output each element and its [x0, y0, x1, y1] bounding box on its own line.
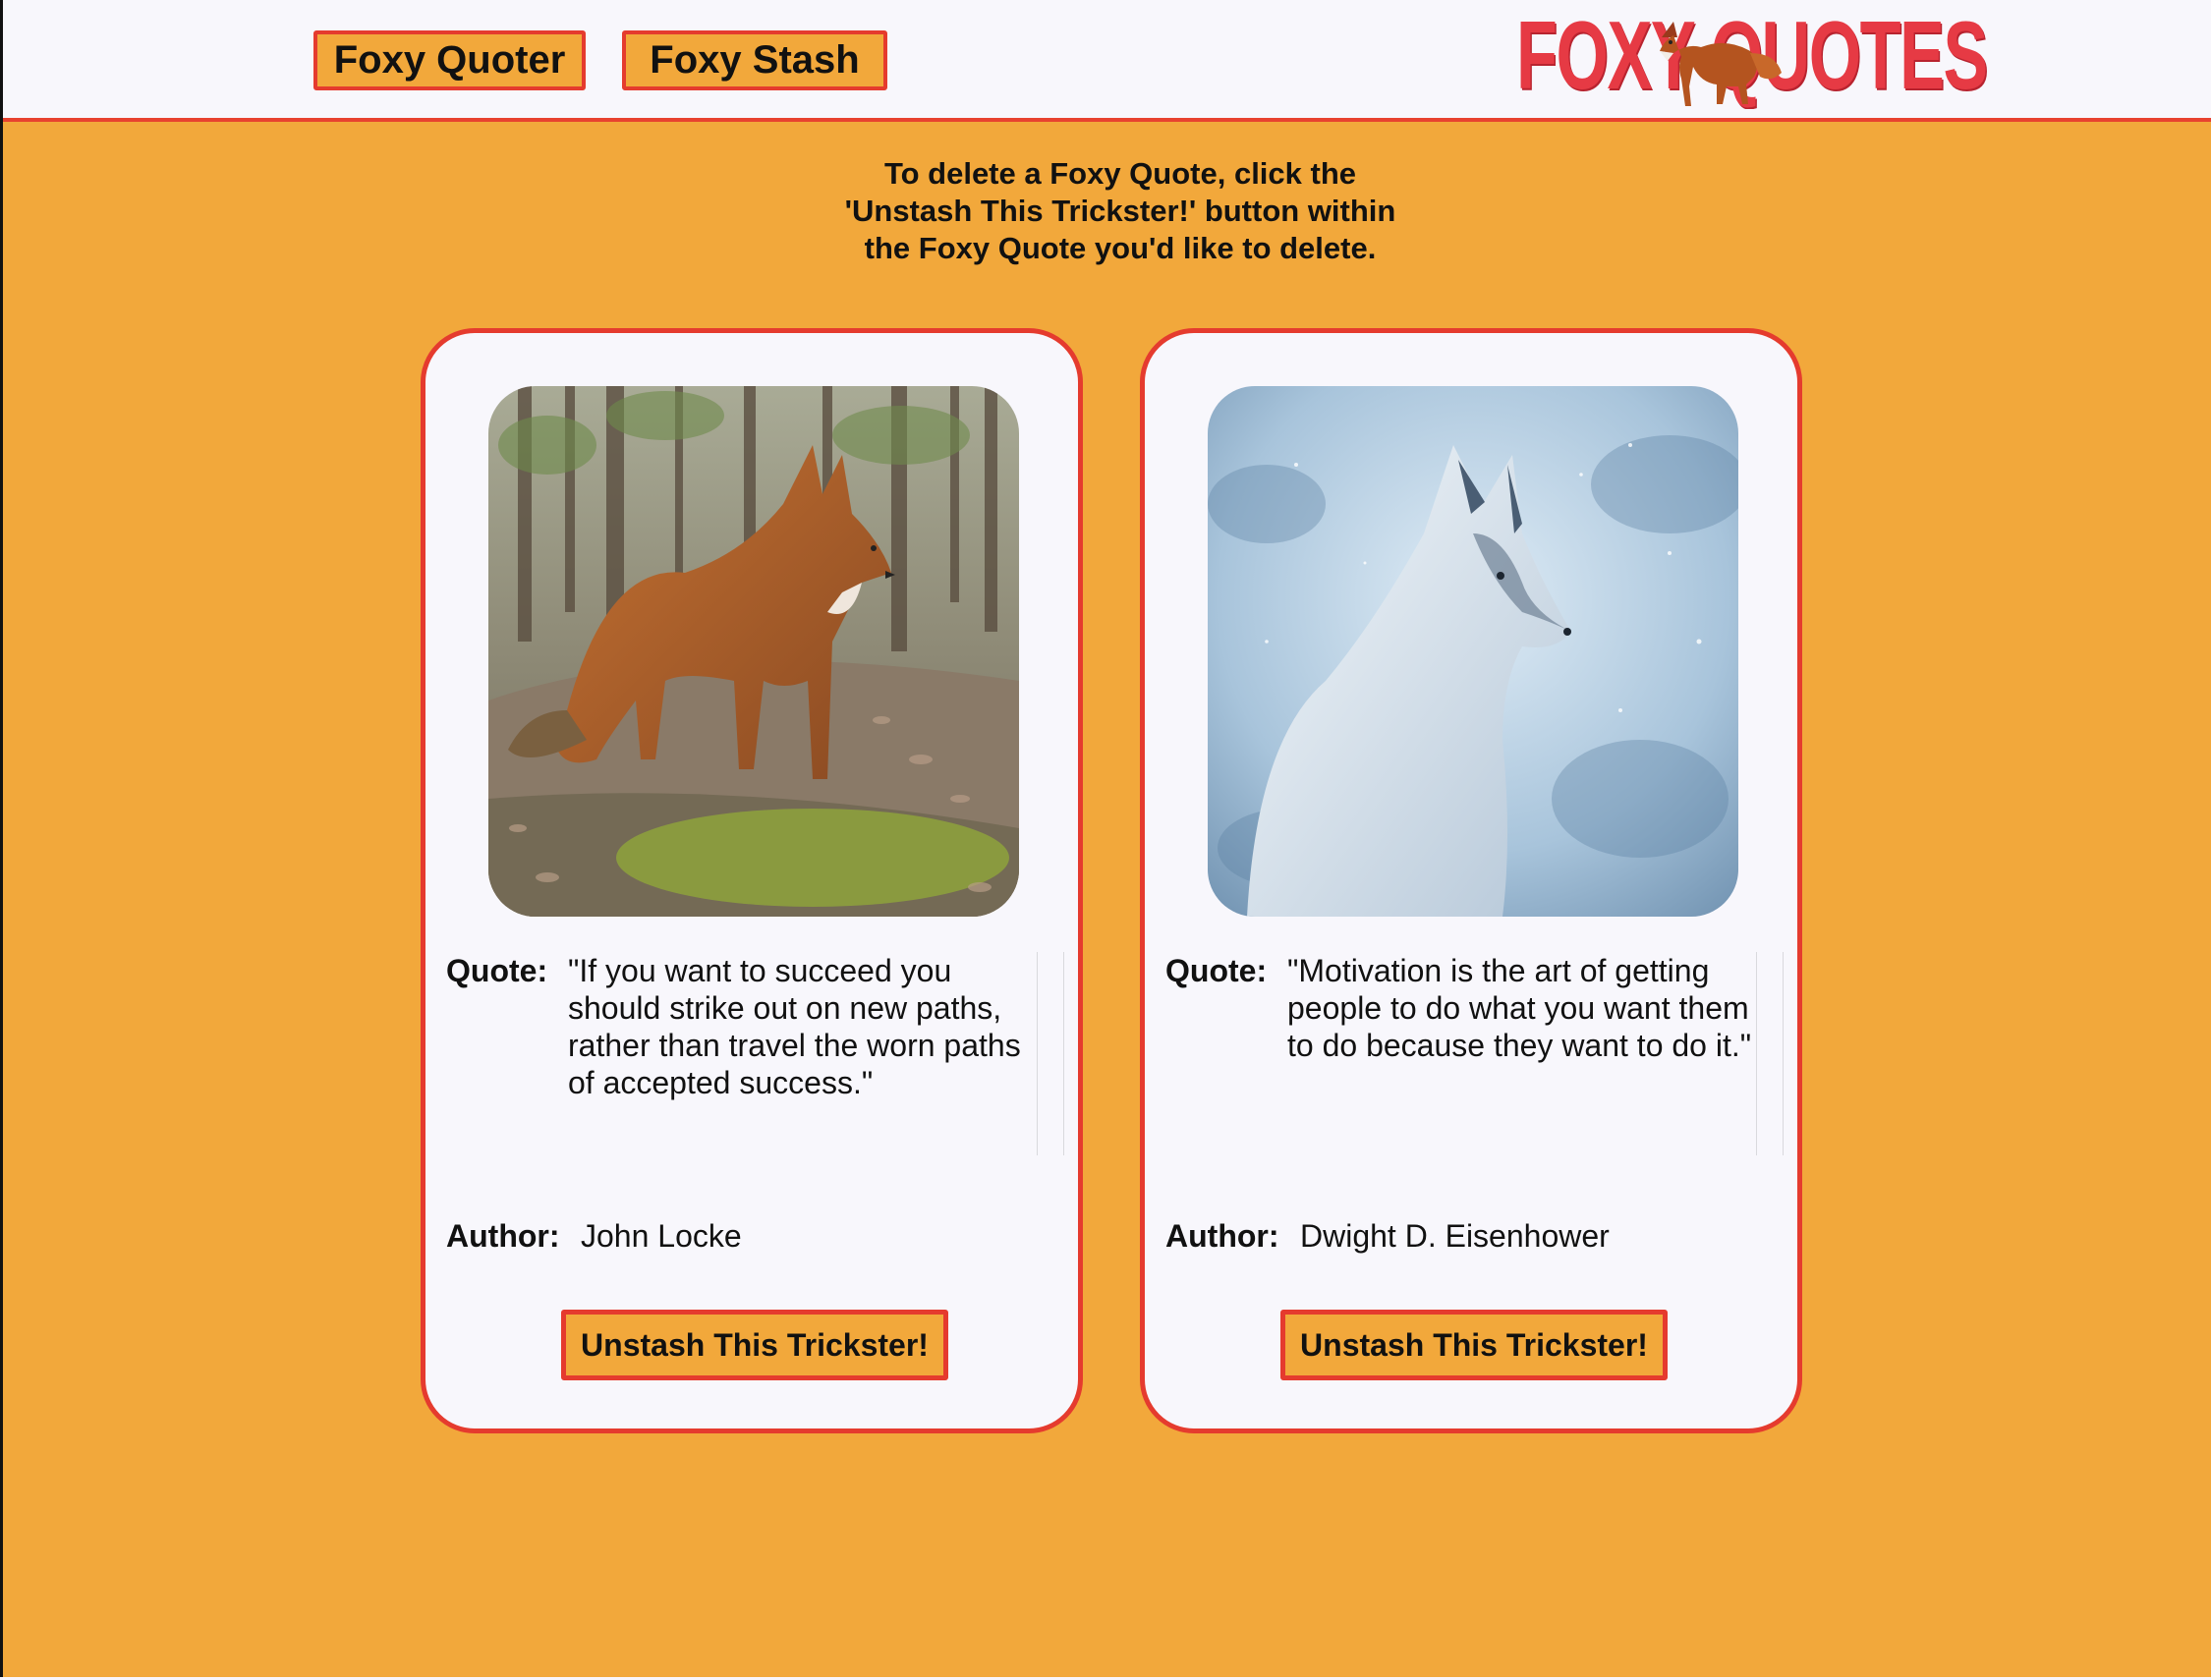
fox-logo-icon: [1660, 22, 1782, 106]
window-edge: [0, 0, 3, 1680]
arctic-fox-snow-photo: [1208, 386, 1738, 917]
unstash-button[interactable]: Unstash This Trickster!: [1280, 1310, 1668, 1380]
instructions-line-1: To delete a Foxy Quote, click the: [883, 156, 1357, 191]
quote-text: "Motivation is the art of getting people…: [1287, 953, 1752, 1063]
quote-card: Quote: "Motivation is the art of getting…: [1140, 328, 1802, 1433]
author-label: Author:: [446, 1218, 560, 1254]
red-fox-forest-photo: [488, 386, 1019, 917]
author-name: John Locke: [581, 1218, 742, 1254]
top-nav-bar: Foxy Quoter Foxy Stash FOXY QUOTES: [3, 0, 2211, 122]
quote-scrollbar[interactable]: [1037, 952, 1064, 1155]
foxy-quoter-button[interactable]: Foxy Quoter: [313, 30, 586, 90]
unstash-button[interactable]: Unstash This Trickster!: [561, 1310, 948, 1380]
quote-scrollbar[interactable]: [1756, 952, 1784, 1155]
delete-instructions: To delete a Foxy Quote, click the 'Unsta…: [727, 155, 1513, 267]
instructions-line-2: 'Unstash This Trickster!' button within: [844, 194, 1396, 228]
quote-card: Quote: "If you want to succeed you shoul…: [421, 328, 1083, 1433]
author-name: Dwight D. Eisenhower: [1300, 1218, 1610, 1254]
quote-text: "If you want to succeed you should strik…: [568, 953, 1021, 1100]
instructions-line-3: the Foxy Quote you'd like to delete.: [864, 231, 1377, 265]
quote-label: Quote:: [1165, 953, 1268, 988]
quote-label: Quote:: [446, 953, 548, 988]
foxy-stash-button[interactable]: Foxy Stash: [622, 30, 887, 90]
foxy-quotes-logo[interactable]: FOXY QUOTES: [1506, 2, 1988, 110]
author-label: Author:: [1165, 1218, 1279, 1254]
